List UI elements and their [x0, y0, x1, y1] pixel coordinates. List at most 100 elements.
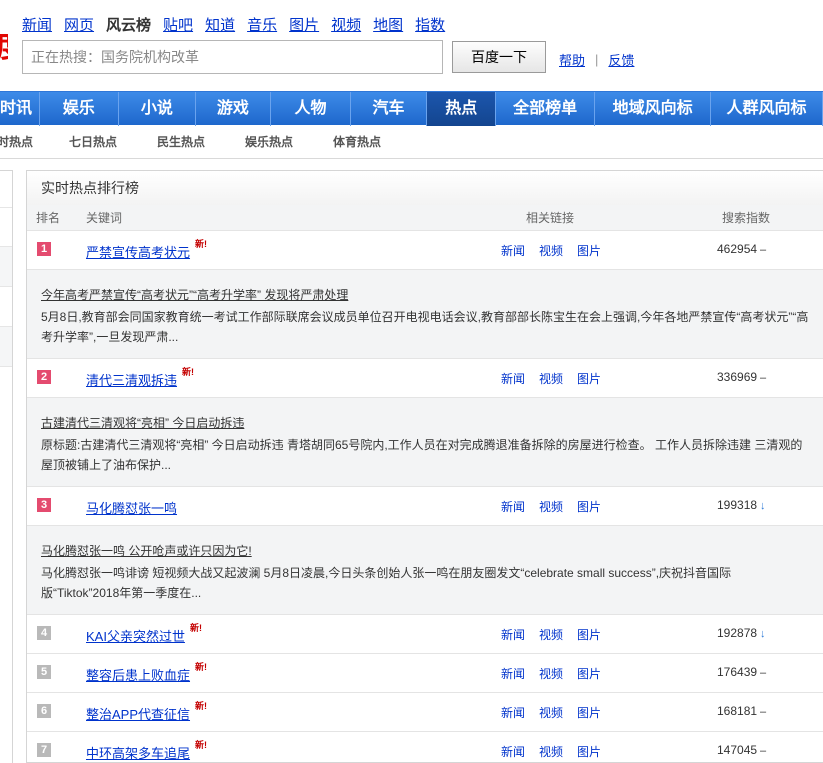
- table-row: 2 清代三清观拆违 新! 新闻 视频 图片 336969–: [27, 359, 823, 398]
- news-link[interactable]: 新闻: [501, 743, 525, 760]
- video-link[interactable]: 视频: [539, 665, 563, 682]
- keyword-link[interactable]: 清代三清观拆违: [86, 370, 177, 389]
- table-row: 3 马化腾怼张一鸣 新闻 视频 图片 199318 ↓: [27, 487, 823, 526]
- help-links: 帮助 | 反馈: [559, 50, 634, 69]
- image-link[interactable]: 图片: [577, 704, 601, 721]
- category-tab[interactable]: 游戏: [196, 92, 272, 126]
- news-link[interactable]: 新闻: [501, 626, 525, 643]
- new-badge: 新!: [195, 740, 207, 750]
- category-tab[interactable]: 娱乐: [40, 92, 120, 126]
- category-tab[interactable]: 全部榜单: [496, 92, 596, 126]
- image-link[interactable]: 图片: [577, 665, 601, 682]
- video-link[interactable]: 视频: [539, 370, 563, 387]
- video-link[interactable]: 视频: [539, 242, 563, 259]
- top-nav-link[interactable]: 图片: [289, 14, 319, 34]
- related-links: 新闻 视频 图片: [501, 370, 615, 387]
- top-nav-link[interactable]: 指数: [415, 14, 445, 34]
- ranking-list: 1 严禁宣传高考状元 新! 新闻 视频 图片 462954– 今年高考严禁宣传“高考状元”“高…: [27, 231, 823, 763]
- search-index: 199318 ↓: [717, 498, 766, 512]
- search-index-value: 462954: [717, 242, 758, 256]
- category-tab[interactable]: 人群风向标: [711, 92, 823, 126]
- news-link[interactable]: 新闻: [501, 370, 525, 387]
- keyword-link[interactable]: 整治APP代查征信: [86, 704, 190, 723]
- search-index: 168181–: [717, 704, 766, 718]
- news-link[interactable]: 新闻: [501, 242, 525, 259]
- rank-badge: 7: [37, 743, 51, 757]
- search-index-value: 199318: [717, 498, 758, 512]
- related-links: 新闻 视频 图片: [501, 743, 615, 760]
- top-nav-link[interactable]: 贴吧: [163, 14, 193, 34]
- detail-summary: 原标题:古建清代三清观将“亮相” 今日启动拆违 青塔胡同65号院内,工作人员在对…: [41, 438, 803, 472]
- sub-nav-tab[interactable]: 民生热点: [157, 133, 205, 150]
- keyword-link[interactable]: 整容后患上败血症: [86, 665, 190, 684]
- news-link[interactable]: 新闻: [501, 665, 525, 682]
- left-sidebar: [0, 170, 13, 763]
- related-links: 新闻 视频 图片: [501, 665, 615, 682]
- search-index: 462954–: [717, 242, 766, 256]
- related-links: 新闻 视频 图片: [501, 498, 615, 515]
- panel-title: 实时热点排行榜: [27, 171, 823, 205]
- keyword-link[interactable]: KAI父亲突然过世: [86, 626, 185, 645]
- category-bar: 时讯 娱乐 小说 游戏 人物 汽车 热点 全部榜单 地域风向标 人群风向标: [0, 91, 823, 126]
- table-row: 7 中环高架多车追尾 新! 新闻 视频 图片 147045–: [27, 732, 823, 763]
- search-index-value: 176439: [717, 665, 758, 679]
- trend-flat-icon: –: [760, 244, 767, 256]
- keyword-link[interactable]: 马化腾怼张一鸣: [86, 498, 177, 517]
- help-link[interactable]: 帮助: [559, 50, 585, 69]
- search-index-value: 336969: [717, 370, 758, 384]
- trend-flat-icon: –: [760, 372, 767, 384]
- detail-headline-link[interactable]: 古建清代三清观将“亮相” 今日启动拆违: [41, 415, 809, 431]
- category-tab[interactable]: 时讯: [0, 92, 40, 126]
- hot-detail: 今年高考严禁宣传“高考状元”“高考升学率” 发现将严肃处理 5月8日,教育部会同国…: [27, 270, 823, 359]
- top-nav-link[interactable]: 地图: [373, 14, 403, 34]
- detail-summary: 马化腾怼张一鸣诽谤 短视频大战又起波澜 5月8日凌晨,今日头条创始人张一鸣在朋友…: [41, 566, 732, 600]
- video-link[interactable]: 视频: [539, 498, 563, 515]
- sub-nav-tab[interactable]: 七日热点: [69, 133, 117, 150]
- video-link[interactable]: 视频: [539, 626, 563, 643]
- rank-badge: 4: [37, 626, 51, 640]
- search-index: 192878 ↓: [717, 626, 766, 640]
- video-link[interactable]: 视频: [539, 704, 563, 721]
- keyword-link[interactable]: 严禁宣传高考状元: [86, 242, 190, 261]
- help-separator: |: [595, 52, 599, 67]
- top-nav-link[interactable]: 风云榜: [106, 14, 151, 34]
- news-link[interactable]: 新闻: [501, 498, 525, 515]
- category-tab[interactable]: 小说: [119, 92, 196, 126]
- rank-badge: 3: [37, 498, 51, 512]
- feedback-link[interactable]: 反馈: [608, 50, 634, 69]
- detail-headline-link[interactable]: 马化腾怼张一鸣 公开呛声或许只因为它!: [41, 543, 809, 559]
- category-tab[interactable]: 热点: [427, 92, 497, 126]
- sub-nav-tab[interactable]: 体育热点: [333, 133, 381, 150]
- search-index-value: 192878: [717, 626, 758, 640]
- image-link[interactable]: 图片: [577, 370, 601, 387]
- search-index: 336969–: [717, 370, 766, 384]
- top-nav-link[interactable]: 新闻: [22, 14, 52, 34]
- video-link[interactable]: 视频: [539, 743, 563, 760]
- category-tab[interactable]: 汽车: [351, 92, 428, 126]
- detail-headline-link[interactable]: 今年高考严禁宣传“高考状元”“高考升学率” 发现将严肃处理: [41, 287, 809, 303]
- new-badge: 新!: [195, 662, 207, 672]
- new-badge: 新!: [195, 239, 207, 249]
- image-link[interactable]: 图片: [577, 626, 601, 643]
- baidu-logo-fragment[interactable]: 度: [0, 32, 8, 64]
- keyword-link[interactable]: 中环高架多车追尾: [86, 743, 190, 762]
- image-link[interactable]: 图片: [577, 242, 601, 259]
- news-link[interactable]: 新闻: [501, 704, 525, 721]
- image-link[interactable]: 图片: [577, 498, 601, 515]
- trend-down-icon: ↓: [760, 500, 766, 512]
- category-tab[interactable]: 地域风向标: [595, 92, 712, 126]
- sub-nav-tab[interactable]: 娱乐热点: [245, 133, 293, 150]
- image-link[interactable]: 图片: [577, 743, 601, 760]
- top-nav-link[interactable]: 音乐: [247, 14, 277, 34]
- search-button[interactable]: 百度一下: [452, 41, 546, 73]
- top-nav-link[interactable]: 视频: [331, 14, 361, 34]
- category-tab[interactable]: 人物: [271, 92, 351, 126]
- hot-ranking-panel: 实时热点排行榜 排名 关键词 相关链接 搜索指数 1 严禁宣传高考状元 新! 新闻 视频…: [26, 170, 823, 763]
- search-index-value: 147045: [717, 743, 758, 757]
- search-input[interactable]: [22, 40, 443, 74]
- sub-nav-tab[interactable]: 时热点: [0, 133, 33, 150]
- top-nav-link[interactable]: 网页: [64, 14, 94, 34]
- detail-summary: 5月8日,教育部会同国家教育统一考试工作部际联席会议成员单位召开电视电话会议,教…: [41, 310, 809, 344]
- top-nav-link[interactable]: 知道: [205, 14, 235, 34]
- rank-badge: 2: [37, 370, 51, 384]
